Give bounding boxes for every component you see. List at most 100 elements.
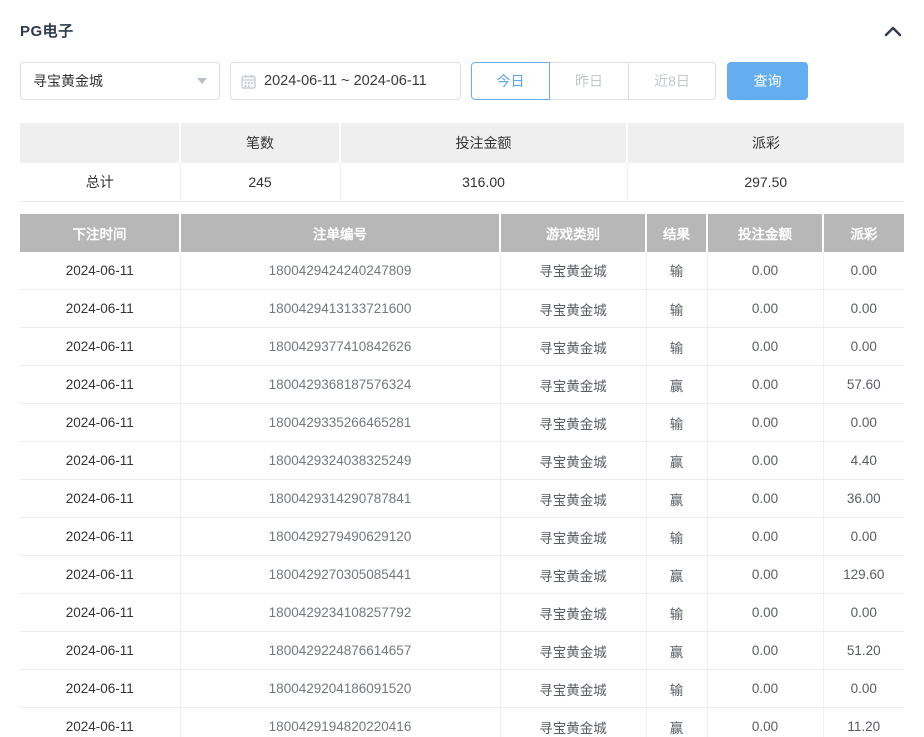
game-type-cell: 寻宝黄金城 <box>500 518 646 556</box>
records-column-header: 派彩 <box>823 214 904 252</box>
date-range-input[interactable]: 2024-06-11 ~ 2024-06-11 <box>230 62 461 100</box>
records-column-header: 下注时间 <box>20 214 180 252</box>
bet-id-cell: 1800429368187576324 <box>180 366 500 404</box>
quick-range-button-0[interactable]: 今日 <box>471 62 550 100</box>
table-row: 2024-06-111800429377410842626寻宝黄金城输0.000… <box>20 328 904 366</box>
bet-amount-cell: 0.00 <box>707 518 823 556</box>
table-row: 2024-06-111800429324038325249寻宝黄金城赢0.004… <box>20 442 904 480</box>
bet-amount-cell: 0.00 <box>707 556 823 594</box>
records-body: 2024-06-111800429424240247809寻宝黄金城输0.000… <box>20 252 904 737</box>
bet-id-cell: 1800429314290787841 <box>180 480 500 518</box>
payout-cell: 51.20 <box>823 632 904 670</box>
bet-amount-cell: 0.00 <box>707 404 823 442</box>
bet-id-cell: 1800429224876614657 <box>180 632 500 670</box>
result-cell: 输 <box>646 404 707 442</box>
payout-cell: 0.00 <box>823 594 904 632</box>
payout-cell: 11.20 <box>823 708 904 737</box>
bet-time-cell: 2024-06-11 <box>20 632 180 670</box>
table-row: 2024-06-111800429279490629120寻宝黄金城输0.000… <box>20 518 904 556</box>
game-type-cell: 寻宝黄金城 <box>500 404 646 442</box>
bet-time-cell: 2024-06-11 <box>20 708 180 737</box>
bet-amount-cell: 0.00 <box>707 632 823 670</box>
table-row: 2024-06-111800429204186091520寻宝黄金城输0.000… <box>20 670 904 708</box>
chevron-up-icon <box>884 25 902 37</box>
summary-column-header: 投注金额 <box>340 123 627 163</box>
bet-amount-cell: 0.00 <box>707 366 823 404</box>
summary-total-label: 总计 <box>20 163 180 201</box>
game-type-cell: 寻宝黄金城 <box>500 594 646 632</box>
result-cell: 赢 <box>646 632 707 670</box>
game-type-cell: 寻宝黄金城 <box>500 670 646 708</box>
game-type-cell: 寻宝黄金城 <box>500 442 646 480</box>
bet-id-cell: 1800429234108257792 <box>180 594 500 632</box>
bet-id-cell: 1800429424240247809 <box>180 252 500 290</box>
collapse-panel-button[interactable] <box>882 23 904 39</box>
quick-range-button-1[interactable]: 昨日 <box>550 62 629 100</box>
bet-time-cell: 2024-06-11 <box>20 594 180 632</box>
bet-id-cell: 1800429324038325249 <box>180 442 500 480</box>
bet-id-cell: 1800429270305085441 <box>180 556 500 594</box>
bet-amount-cell: 0.00 <box>707 594 823 632</box>
result-cell: 输 <box>646 518 707 556</box>
records-column-header: 注单编号 <box>180 214 500 252</box>
result-cell: 赢 <box>646 366 707 404</box>
game-select-value: 寻宝黄金城 <box>33 71 103 91</box>
game-type-cell: 寻宝黄金城 <box>500 290 646 328</box>
table-row: 2024-06-111800429270305085441寻宝黄金城赢0.001… <box>20 556 904 594</box>
payout-cell: 36.00 <box>823 480 904 518</box>
bet-id-cell: 1800429413133721600 <box>180 290 500 328</box>
result-cell: 赢 <box>646 556 707 594</box>
game-type-cell: 寻宝黄金城 <box>500 252 646 290</box>
table-row: 2024-06-111800429314290787841寻宝黄金城赢0.003… <box>20 480 904 518</box>
payout-cell: 0.00 <box>823 670 904 708</box>
result-cell: 赢 <box>646 708 707 737</box>
bet-time-cell: 2024-06-11 <box>20 480 180 518</box>
game-select[interactable]: 寻宝黄金城 <box>20 62 220 100</box>
bet-amount-cell: 0.00 <box>707 442 823 480</box>
bet-time-cell: 2024-06-11 <box>20 290 180 328</box>
summary-count-cell: 245 <box>180 163 340 201</box>
bet-time-cell: 2024-06-11 <box>20 252 180 290</box>
bet-amount-cell: 0.00 <box>707 708 823 737</box>
payout-cell: 0.00 <box>823 518 904 556</box>
result-cell: 输 <box>646 594 707 632</box>
search-button[interactable]: 查询 <box>727 62 808 100</box>
payout-cell: 4.40 <box>823 442 904 480</box>
bet-time-cell: 2024-06-11 <box>20 556 180 594</box>
game-type-cell: 寻宝黄金城 <box>500 556 646 594</box>
game-type-cell: 寻宝黄金城 <box>500 366 646 404</box>
bet-records-table: 下注时间注单编号游戏类别结果投注金额派彩 2024-06-11180042942… <box>20 214 904 737</box>
quick-range-button-2[interactable]: 近8日 <box>629 62 716 100</box>
calendar-icon <box>241 74 256 89</box>
table-row: 2024-06-111800429424240247809寻宝黄金城输0.000… <box>20 252 904 290</box>
result-cell: 输 <box>646 290 707 328</box>
table-row: 2024-06-111800429194820220416寻宝黄金城赢0.001… <box>20 708 904 737</box>
payout-cell: 0.00 <box>823 328 904 366</box>
summary-bet-amount-cell: 316.00 <box>340 163 627 201</box>
result-cell: 赢 <box>646 480 707 518</box>
table-row: 2024-06-111800429224876614657寻宝黄金城赢0.005… <box>20 632 904 670</box>
bet-time-cell: 2024-06-11 <box>20 442 180 480</box>
bet-amount-cell: 0.00 <box>707 328 823 366</box>
bet-amount-cell: 0.00 <box>707 670 823 708</box>
panel-header: PG电子 <box>20 0 904 41</box>
bet-time-cell: 2024-06-11 <box>20 670 180 708</box>
summary-header-row: 笔数投注金额派彩 <box>20 123 904 163</box>
summary-column-header <box>20 123 180 163</box>
bet-time-cell: 2024-06-11 <box>20 518 180 556</box>
bet-time-cell: 2024-06-11 <box>20 328 180 366</box>
result-cell: 赢 <box>646 442 707 480</box>
game-type-cell: 寻宝黄金城 <box>500 632 646 670</box>
bet-time-cell: 2024-06-11 <box>20 366 180 404</box>
summary-payout-cell: 297.50 <box>627 163 904 201</box>
page-title: PG电子 <box>20 20 74 41</box>
table-row: 2024-06-111800429234108257792寻宝黄金城输0.000… <box>20 594 904 632</box>
bet-time-cell: 2024-06-11 <box>20 404 180 442</box>
chevron-down-icon <box>197 78 207 84</box>
result-cell: 输 <box>646 252 707 290</box>
bet-amount-cell: 0.00 <box>707 290 823 328</box>
game-type-cell: 寻宝黄金城 <box>500 480 646 518</box>
summary-column-header: 笔数 <box>180 123 340 163</box>
table-row: 2024-06-111800429368187576324寻宝黄金城赢0.005… <box>20 366 904 404</box>
records-column-header: 结果 <box>646 214 707 252</box>
